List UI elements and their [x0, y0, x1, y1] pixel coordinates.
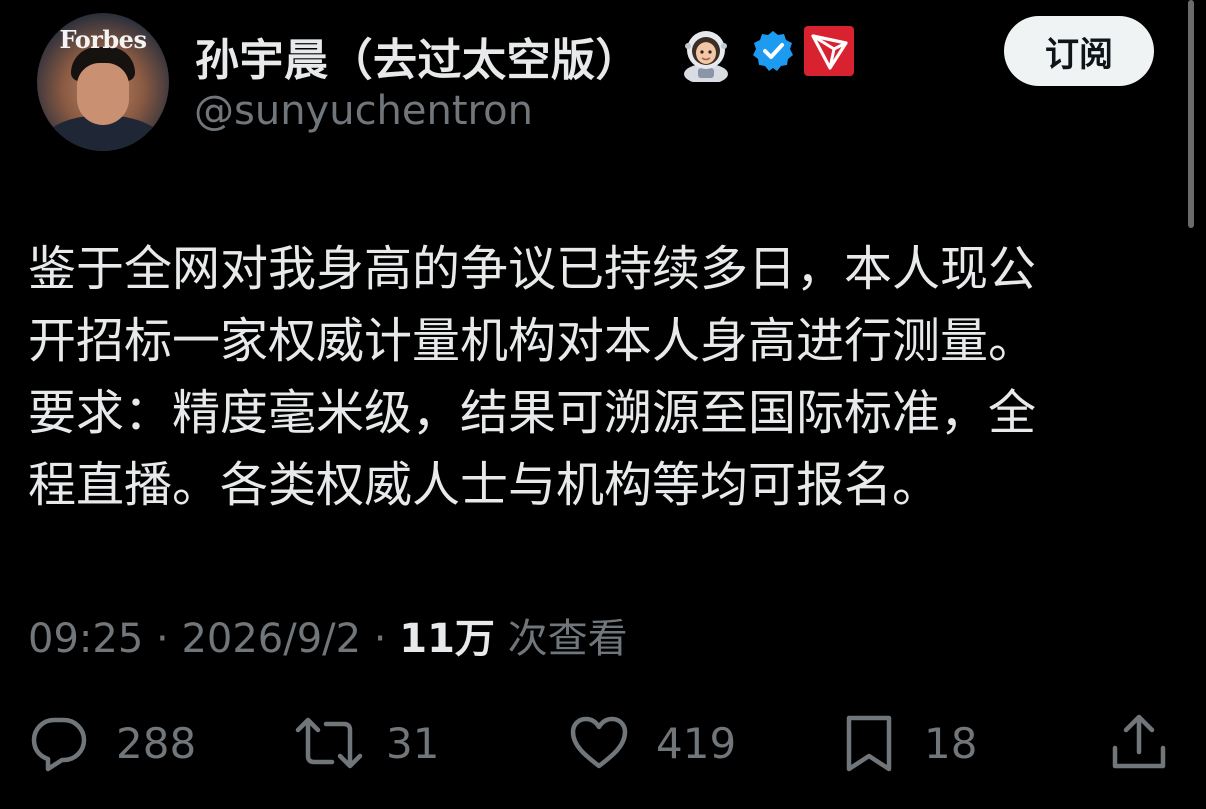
share-button[interactable]: [1108, 712, 1170, 774]
bookmark-icon: [846, 715, 892, 772]
astronaut-emoji-icon: [684, 31, 728, 82]
tweet-text-line: 开招标一家权威计量机构对本人身高进行测量。: [28, 313, 1037, 369]
tweet-text-line: 鉴于全网对我身高的争议已持续多日，本人现公: [28, 241, 1037, 297]
tron-logo-icon[interactable]: [804, 26, 854, 76]
reply-count: 288: [116, 718, 197, 768]
views-count: 11万: [399, 616, 495, 662]
subscribe-button[interactable]: 订阅: [1004, 16, 1154, 86]
bookmark-count: 18: [924, 718, 978, 768]
display-name[interactable]: 孙宇晨（去过太空版）: [195, 24, 640, 88]
views-label: 次查看: [507, 616, 628, 662]
verified-badge-icon[interactable]: [751, 29, 795, 73]
like-count: 419: [656, 718, 737, 768]
like-button[interactable]: 419: [568, 712, 736, 774]
tweet-text-line: 程直播。各类权威人士与机构等均可报名。: [28, 457, 941, 513]
retweet-icon: [295, 717, 363, 769]
heart-icon: [570, 716, 628, 769]
bookmark-button[interactable]: 18: [838, 712, 977, 774]
user-handle[interactable]: @sunyuchentron: [194, 88, 533, 134]
retweet-button[interactable]: 31: [294, 712, 439, 774]
tweet-time[interactable]: 09:25: [28, 616, 143, 662]
scrollbar[interactable]: [1188, 0, 1194, 228]
reply-icon: [31, 717, 87, 772]
avatar-face: [77, 63, 129, 125]
tweet-text: 鉴于全网对我身高的争议已持续多日，本人现公 开招标一家权威计量机构对本人身高进行…: [28, 233, 1168, 521]
avatar-magazine-logo: Forbes: [59, 25, 147, 54]
tweet-text-line: 要求：精度毫米级，结果可溯源至国际标准，全: [28, 385, 1037, 441]
retweet-count: 31: [386, 718, 440, 768]
tweet-date[interactable]: 2026/9/2: [181, 616, 361, 662]
reply-button[interactable]: 288: [28, 712, 196, 774]
share-icon: [1112, 714, 1166, 769]
tweet-meta: 09:25 · 2026/9/2 · 11万 次查看: [28, 616, 628, 662]
avatar[interactable]: Forbes: [37, 13, 169, 151]
